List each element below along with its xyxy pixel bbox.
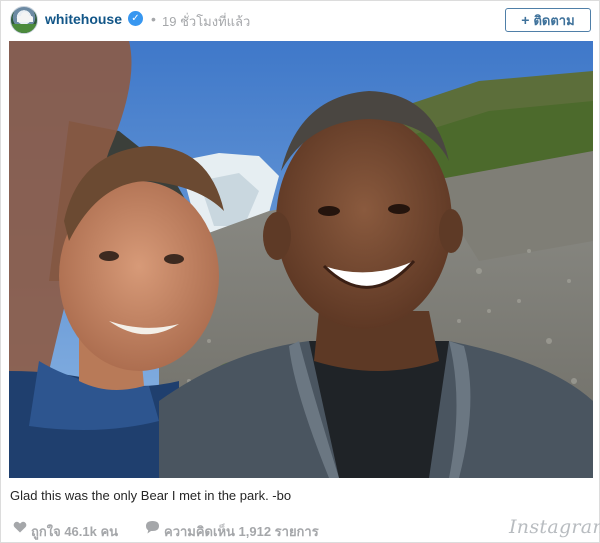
separator-dot: • bbox=[151, 11, 156, 27]
follow-button[interactable]: + ติดตาม bbox=[505, 8, 591, 32]
avatar-building bbox=[17, 16, 33, 22]
speech-bubble-icon[interactable] bbox=[145, 520, 160, 534]
instagram-logo[interactable]: Instagram bbox=[509, 516, 600, 538]
likes-count[interactable]: ถูกใจ 46.1k คน bbox=[31, 521, 118, 542]
username-link[interactable]: whitehouse bbox=[45, 11, 122, 27]
post-header: whitehouse ✓ • 19 ชั่วโมงที่แล้ว + ติดตา… bbox=[1, 1, 600, 39]
selfie-image bbox=[9, 41, 593, 478]
avatar-lawn bbox=[11, 24, 37, 33]
post-photo[interactable] bbox=[9, 41, 593, 478]
post-footer: ถูกใจ 46.1k คน ความคิดเห็น 1,912 รายการ … bbox=[1, 512, 600, 543]
heart-icon[interactable] bbox=[13, 520, 27, 534]
instagram-post-card: whitehouse ✓ • 19 ชั่วโมงที่แล้ว + ติดตา… bbox=[0, 0, 600, 543]
follow-button-label: ติดตาม bbox=[533, 12, 575, 28]
comments-count[interactable]: ความคิดเห็น 1,912 รายการ bbox=[164, 521, 319, 542]
post-timestamp[interactable]: 19 ชั่วโมงที่แล้ว bbox=[162, 11, 250, 32]
post-caption: Glad this was the only Bear I met in the… bbox=[10, 488, 292, 503]
profile-avatar[interactable] bbox=[10, 6, 38, 34]
plus-icon: + bbox=[521, 12, 530, 28]
verified-check-icon: ✓ bbox=[128, 11, 143, 26]
